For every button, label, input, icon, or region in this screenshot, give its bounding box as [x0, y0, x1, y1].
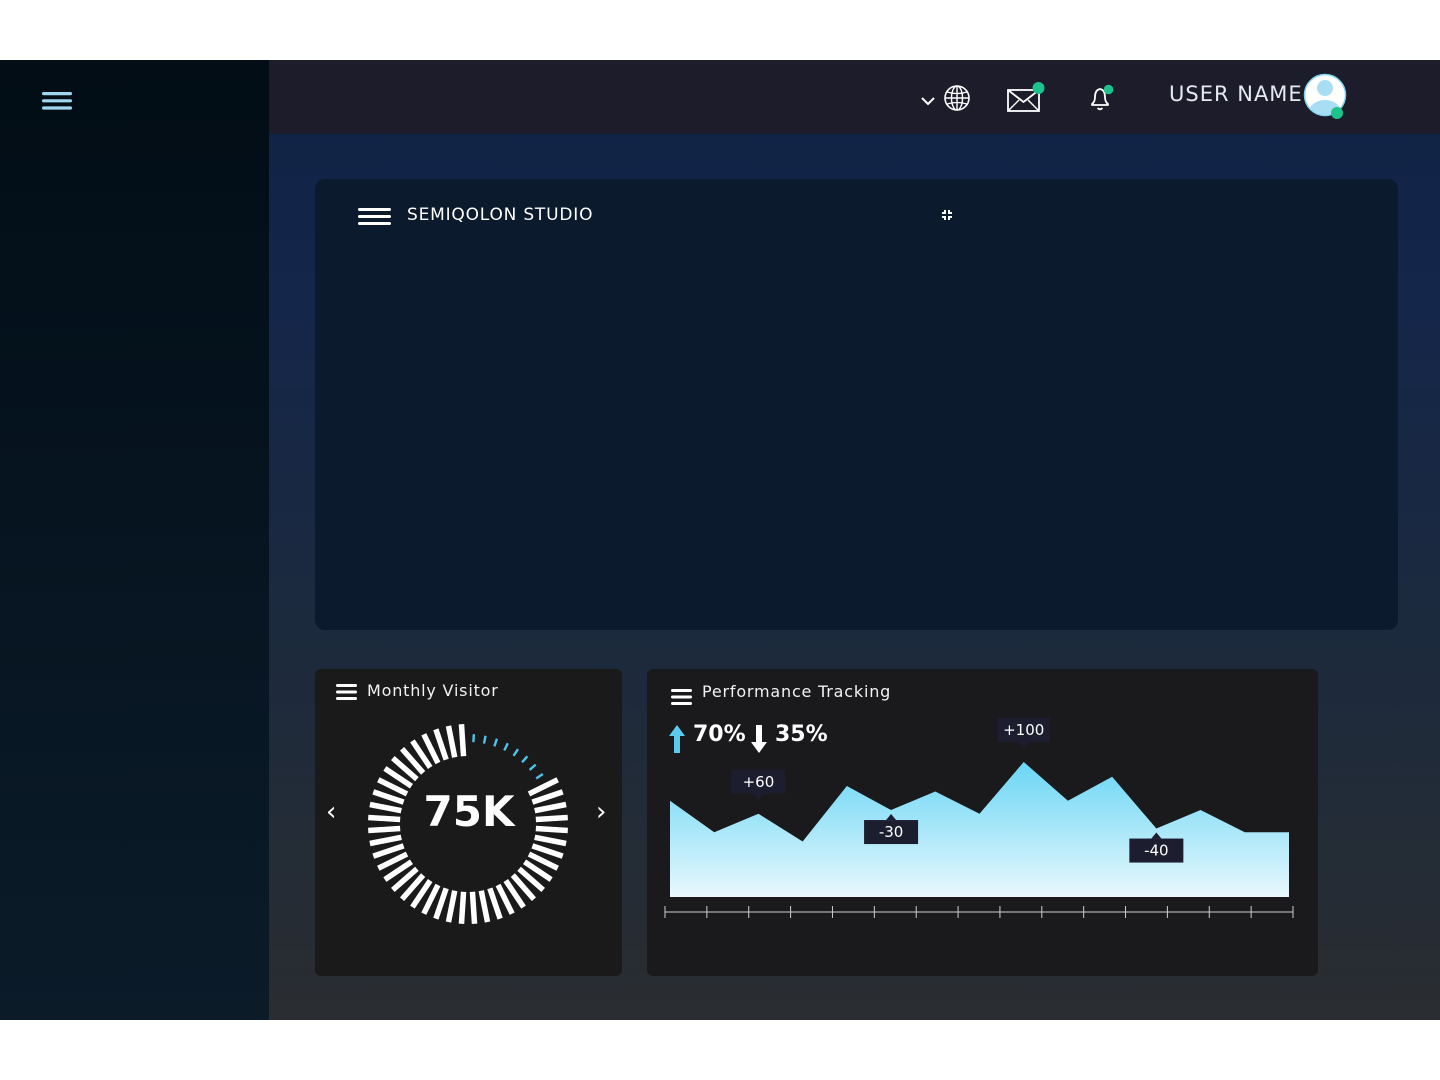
username-label[interactable]: USER NAME — [1169, 82, 1303, 106]
sidebar — [0, 60, 269, 1020]
gauge-tick — [531, 843, 564, 859]
gauge-tick — [527, 777, 559, 797]
next-button[interactable]: › — [596, 797, 606, 827]
gauge-tick — [369, 801, 402, 814]
menu-icon[interactable] — [336, 684, 357, 700]
user-avatar-icon[interactable] — [1302, 72, 1352, 122]
gauge-tick-active — [472, 734, 476, 743]
chevron-down-icon[interactable] — [920, 96, 936, 106]
studio-card: SEMIQOLON STUDIO — [315, 179, 1398, 630]
collapse-icon[interactable] — [939, 207, 955, 223]
gauge-tick — [368, 825, 401, 834]
gauge-tick — [531, 789, 564, 805]
bell-icon[interactable] — [1087, 82, 1117, 114]
top-bar: USER NAME — [269, 60, 1440, 134]
gauge-tick — [445, 890, 458, 923]
gauge-tick-active — [482, 735, 487, 744]
gauge-tick-active — [528, 763, 537, 771]
gauge-tick — [372, 843, 405, 859]
gauge-tick — [458, 724, 467, 757]
card-title: SEMIQOLON STUDIO — [407, 205, 594, 225]
annotation-label: +100 — [1003, 721, 1044, 739]
gauge-tick-active — [493, 738, 499, 747]
chart-annotation: +100 — [997, 717, 1050, 748]
annotation-pointer — [752, 793, 765, 800]
annotation-label: -30 — [879, 823, 904, 841]
gauge-tick — [372, 789, 405, 805]
gauge-tick — [487, 887, 503, 920]
gauge-tick — [433, 728, 449, 761]
performance-tracking-card: Performance Tracking 70% 35% +60 -30 +100-… — [647, 669, 1318, 976]
chart-annotation: +60 — [731, 769, 786, 800]
main-content: USER NAME SEMIQOLON STUDIO Monthly Visit… — [269, 60, 1440, 1020]
gauge-tick — [445, 725, 458, 758]
performance-area-chart: +60 -30 +100 -40 — [664, 717, 1294, 918]
gauge-tick — [534, 834, 567, 847]
card-title: Monthly Visitor — [367, 681, 499, 700]
gauge-tick — [534, 801, 567, 814]
gauge-tick-active — [535, 773, 544, 780]
gauge-tick — [433, 887, 449, 920]
globe-icon[interactable] — [943, 84, 971, 112]
menu-icon[interactable] — [42, 92, 72, 110]
gauge-tick — [535, 825, 568, 834]
prev-button[interactable]: ‹ — [326, 797, 336, 827]
gauge-tick-active — [503, 742, 509, 751]
gauge-tick — [368, 814, 401, 823]
gauge-tick — [469, 891, 478, 924]
app-window: USER NAME SEMIQOLON STUDIO Monthly Visit… — [0, 60, 1440, 1020]
gauge-tick-active — [521, 755, 529, 764]
menu-icon[interactable] — [358, 208, 391, 225]
gauge-tick — [478, 890, 491, 923]
mail-icon[interactable] — [1006, 80, 1048, 114]
gauge-tick — [458, 891, 467, 924]
gauge-tick — [535, 814, 568, 823]
annotation-label: +60 — [743, 773, 775, 791]
gauge-tick-active — [512, 748, 519, 757]
gauge-tick — [369, 834, 402, 847]
monthly-visitor-card: Monthly Visitor 75K ‹ › — [315, 669, 622, 976]
annotation-label: -40 — [1144, 842, 1169, 860]
visitor-count: 75K — [423, 787, 515, 836]
annotation-pointer — [1017, 741, 1030, 748]
